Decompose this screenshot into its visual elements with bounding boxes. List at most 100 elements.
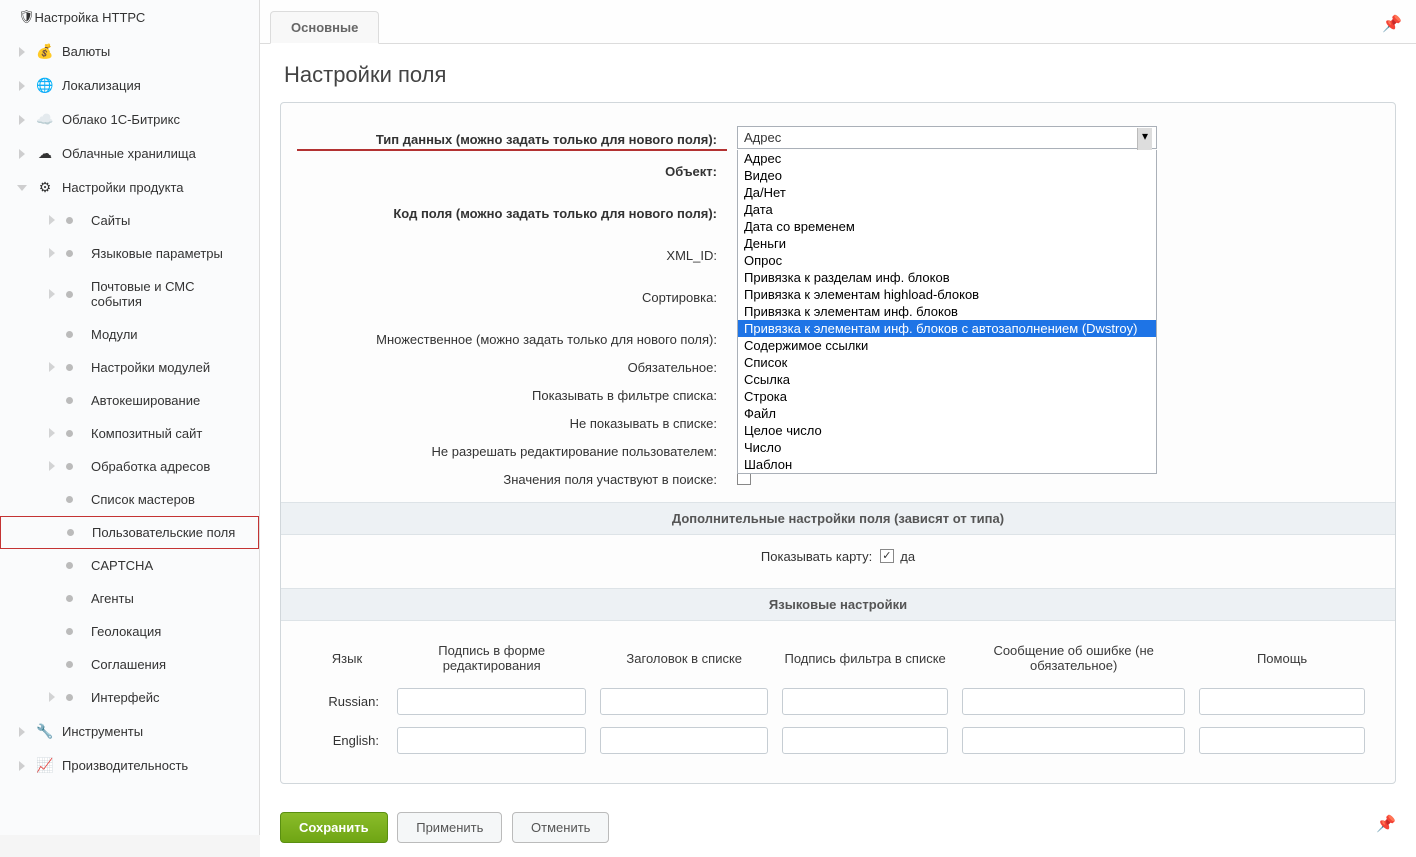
sidebar-item-label: Настройка НТТРС: [35, 10, 146, 25]
dropdown-option[interactable]: Число: [738, 439, 1156, 456]
lang-input[interactable]: [600, 688, 768, 715]
bullet-icon: [66, 628, 73, 635]
col-help: Помощь: [1195, 637, 1369, 679]
lang-input[interactable]: [1199, 688, 1365, 715]
sidebar-subitem[interactable]: Геолокация: [0, 615, 259, 648]
sidebar-item[interactable]: 🌐Локализация: [0, 68, 259, 102]
dropdown-option[interactable]: Целое число: [738, 422, 1156, 439]
checkbox-show-map[interactable]: [880, 549, 894, 563]
sidebar-item-label: Автокеширование: [91, 393, 200, 408]
dropdown-option[interactable]: Привязка к элементам highload-блоков: [738, 286, 1156, 303]
dropdown-data-type[interactable]: АдресВидеоДа/НетДатаДата со временемДень…: [737, 150, 1157, 474]
sidebar-subitem[interactable]: Модули: [0, 318, 259, 351]
label-show-map: Показывать карту:: [761, 549, 880, 564]
sidebar-subitem[interactable]: Агенты: [0, 582, 259, 615]
apply-button[interactable]: Применить: [397, 812, 502, 843]
chevron-right-icon: [48, 246, 58, 261]
chevron-right-icon: [48, 459, 58, 474]
sidebar-subitem[interactable]: Языковые параметры: [0, 237, 259, 270]
lang-input[interactable]: [1199, 727, 1365, 754]
sidebar-item-label: Обработка адресов: [91, 459, 210, 474]
dropdown-option[interactable]: Привязка к разделам инф. блоков: [738, 269, 1156, 286]
label-sort: Сортировка:: [642, 287, 727, 305]
sidebar-subitem[interactable]: Соглашения: [0, 648, 259, 681]
pin-icon[interactable]: 📌: [1376, 814, 1396, 834]
item-icon: 🔧: [36, 723, 54, 739]
col-error: Сообщение об ошибке (не обязательное): [958, 637, 1189, 679]
label-showfilter: Показывать в фильтре списка:: [532, 385, 727, 403]
sidebar-item[interactable]: 📈Производительность: [0, 748, 259, 782]
bullet-icon: [66, 661, 73, 668]
sidebar-subitem[interactable]: Сайты: [0, 204, 259, 237]
tab-main[interactable]: Основные: [270, 11, 379, 44]
chevron-right-icon: [48, 360, 58, 375]
dropdown-option[interactable]: Файл: [738, 405, 1156, 422]
chevron-right-icon: [48, 287, 58, 302]
lang-input[interactable]: [962, 688, 1185, 715]
chevron-right-icon: [18, 759, 30, 771]
label-required: Обязательное:: [628, 357, 727, 375]
pin-icon[interactable]: 📌: [1382, 14, 1402, 34]
sidebar-item-label: Настройки модулей: [91, 360, 210, 375]
sidebar-item[interactable]: ☁Облачные хранилища: [0, 136, 259, 170]
dropdown-option[interactable]: Дата со временем: [738, 218, 1156, 235]
lang-input[interactable]: [397, 727, 586, 754]
dropdown-option[interactable]: Строка: [738, 388, 1156, 405]
lang-input[interactable]: [397, 688, 586, 715]
bullet-icon: [66, 562, 73, 569]
sidebar-item-label: Соглашения: [91, 657, 166, 672]
lang-input[interactable]: [600, 727, 768, 754]
sidebar-item-label: Агенты: [91, 591, 134, 606]
dropdown-option[interactable]: Список: [738, 354, 1156, 371]
label-data-type: Тип данных (можно задать только для ново…: [297, 129, 727, 151]
label-noshow: Не показывать в списке:: [570, 413, 727, 431]
dropdown-option[interactable]: Ссылка: [738, 371, 1156, 388]
sidebar-subitem[interactable]: Настройки модулей: [0, 351, 259, 384]
chevron-right-icon: [48, 690, 58, 705]
page-title: Настройки поля: [260, 44, 1416, 102]
sidebar-subitem[interactable]: Обработка адресов: [0, 450, 259, 483]
dropdown-option[interactable]: Видео: [738, 167, 1156, 184]
bullet-icon: [66, 463, 73, 470]
sidebar-item-label: Инструменты: [62, 724, 143, 739]
save-button[interactable]: Сохранить: [280, 812, 388, 843]
dropdown-option[interactable]: Привязка к элементам инф. блоков с автоз…: [738, 320, 1156, 337]
sidebar-item-label: Валюты: [62, 44, 110, 59]
bullet-icon: [67, 529, 74, 536]
table-row: Russian:: [307, 685, 1369, 718]
dropdown-option[interactable]: Опрос: [738, 252, 1156, 269]
dropdown-option[interactable]: Дата: [738, 201, 1156, 218]
bullet-icon: [66, 250, 73, 257]
sidebar-subitem[interactable]: Почтовые и СМС события: [0, 270, 259, 318]
sidebar-item[interactable]: 🔧 Инструменты: [0, 714, 259, 748]
sidebar-subitem[interactable]: Композитный сайт: [0, 417, 259, 450]
bullet-icon: [66, 694, 73, 701]
dropdown-option[interactable]: Деньги: [738, 235, 1156, 252]
lang-input[interactable]: [782, 688, 948, 715]
sidebar-subitem[interactable]: Интерфейс: [0, 681, 259, 714]
lang-input[interactable]: [782, 727, 948, 754]
item-icon: ☁️: [36, 111, 54, 127]
sidebar-item[interactable]: ⚙Настройки продукта: [0, 170, 259, 204]
dropdown-option[interactable]: Привязка к элементам инф. блоков: [738, 303, 1156, 320]
bullet-icon: [66, 331, 73, 338]
dropdown-option[interactable]: Шаблон: [738, 456, 1156, 473]
sidebar-item-label: Облако 1С-Битрикс: [62, 112, 180, 127]
sidebar-item[interactable]: 💰Валюты: [0, 34, 259, 68]
form-panel: Тип данных (можно задать только для ново…: [280, 102, 1396, 784]
select-data-type[interactable]: Адрес: [737, 126, 1157, 149]
bullet-icon: [66, 430, 73, 437]
sidebar-item[interactable]: ☁️ Облако 1С-Битрикс: [0, 102, 259, 136]
sidebar-subitem[interactable]: CAPTCHA: [0, 549, 259, 582]
bullet-icon: [66, 496, 73, 503]
dropdown-option[interactable]: Да/Нет: [738, 184, 1156, 201]
sidebar-item-partial[interactable]: 🛡 Настройка НТТРС: [0, 0, 259, 34]
sidebar-subitem[interactable]: Автокеширование: [0, 384, 259, 417]
cancel-button[interactable]: Отменить: [512, 812, 609, 843]
dropdown-option[interactable]: Содержимое ссылки: [738, 337, 1156, 354]
sidebar-subitem[interactable]: Пользовательские поля: [0, 516, 259, 549]
sidebar-subitem[interactable]: Список мастеров: [0, 483, 259, 516]
dropdown-option[interactable]: Адрес: [738, 150, 1156, 167]
sidebar: 🛡 Настройка НТТРС 💰Валюты🌐Локализация ☁️ О…: [0, 0, 260, 835]
lang-input[interactable]: [962, 727, 1185, 754]
